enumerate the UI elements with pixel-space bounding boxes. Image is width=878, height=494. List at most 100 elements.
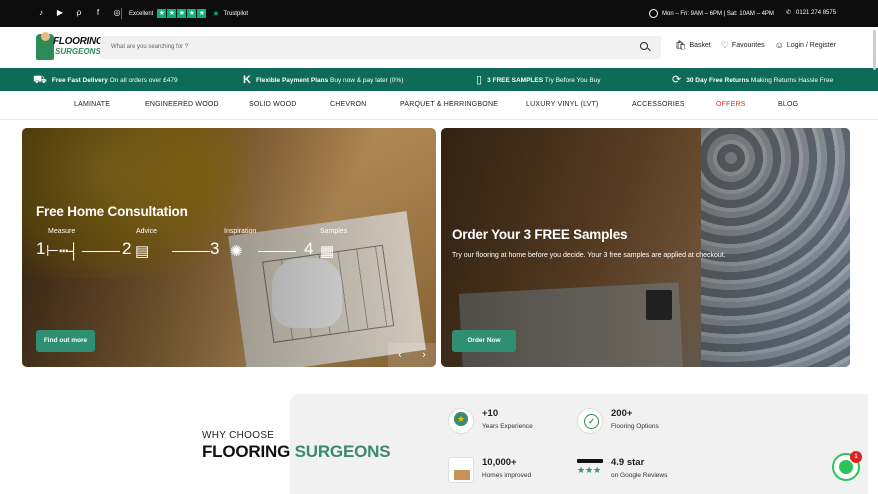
facebook-icon[interactable]: f [93, 8, 103, 18]
nav-item-chevron[interactable]: CHEVRON [330, 101, 366, 108]
trustpilot-logo-icon: ★ [212, 9, 220, 18]
promo-returns-title: 30 Day Free Returns [686, 76, 750, 84]
step-connector [258, 251, 296, 252]
phone-number: 0121 274 8575 [796, 9, 837, 16]
trustpilot-widget[interactable]: Excellent ★ ★ ★ ★ ★ ★ Trustpilot [129, 9, 248, 18]
why-choose-heading: FLOORING SURGEONS [202, 442, 391, 462]
step-label: Measure [48, 228, 76, 235]
favourites-label: Favourites [731, 42, 765, 49]
logo-mascot-icon [36, 32, 54, 60]
promo-returns: ⟳ 30 Day Free Returns Making Returns Has… [672, 75, 833, 86]
account-link[interactable]: ☺ Login / Register [775, 41, 836, 50]
check-badge-icon [577, 408, 603, 434]
social-links: ♪ ▶ ρ f ◎ [36, 8, 122, 18]
nav-item-solid-wood[interactable]: SOLID WOOD [249, 101, 297, 108]
order-now-button[interactable]: Order Now [452, 330, 516, 352]
consultation-title: Free Home Consultation [36, 204, 188, 219]
chat-bubble-icon: ▤ [135, 243, 150, 260]
promo-payment-text: Buy now & pay later (0%) [330, 76, 404, 84]
stat-value: 4.9 star [611, 457, 645, 468]
stat-label: Flooring Options [611, 423, 659, 430]
nav-item-parquet-herringbone[interactable]: PARQUET & HERRINGBONE [400, 101, 498, 108]
nav-item-engineered-wood[interactable]: ENGINEERED WOOD [145, 101, 219, 108]
promo-samples-title: 3 FREE SAMPLES [487, 76, 544, 84]
favourites-link[interactable]: ♡ Favourites [721, 41, 765, 50]
step-label: Inspiration [224, 228, 257, 235]
star-icon: ★ [177, 9, 187, 18]
phone-link[interactable]: ✆ 0121 274 8575 [786, 9, 837, 17]
step-number: 4 [304, 239, 314, 258]
stat-label: Years Experience [482, 423, 533, 430]
samples-stack-icon: ▦ [320, 243, 335, 260]
step-number: 1 [36, 239, 46, 258]
review-stars-icon [577, 457, 603, 483]
truck-icon: ⛟ [33, 74, 47, 86]
main-nav: LAMINATE ENGINEERED WOOD SOLID WOOD CHEV… [0, 91, 878, 120]
nav-item-blog[interactable]: BLOG [778, 101, 798, 108]
promo-bar: ⛟ Free Fast Delivery On all orders over … [0, 68, 878, 91]
samples-icon: ▯ [476, 74, 483, 86]
opening-hours-text: Mon – Fri: 9AM – 6PM | Sat: 10AM – 4PM [662, 10, 774, 17]
step-number: 2 [122, 239, 132, 258]
header-links: 🛍︎ Basket ♡ Favourites ☺ Login / Registe… [675, 41, 836, 50]
search-bar[interactable]: What are you searching for ? [100, 36, 661, 59]
divider [121, 8, 122, 19]
tape-measure-icon: ⊢┅┤ [46, 243, 79, 260]
step-connector [82, 251, 120, 252]
floor-sample-icon [448, 457, 474, 483]
site-logo[interactable]: FLOORING SURGEONS [36, 32, 104, 62]
notification-badge: 1 [850, 451, 862, 463]
promo-delivery: ⛟ Free Fast Delivery On all orders over … [33, 74, 178, 86]
lightbulb-icon: ✺ [230, 243, 243, 260]
step-label: Advice [136, 228, 158, 235]
search-input[interactable]: What are you searching for ? [111, 44, 188, 50]
nav-item-offers[interactable]: OFFERS [716, 101, 746, 108]
pinterest-icon[interactable]: ρ [74, 8, 84, 18]
trustpilot-stars: ★ ★ ★ ★ ★ [157, 9, 207, 18]
promo-payment: K Flexible Payment Plans Buy now & pay l… [243, 75, 404, 86]
basket-icon: 🛍︎ [675, 40, 687, 50]
whatsapp-chat-button[interactable]: 1 [832, 451, 862, 481]
stat-value: 200+ [611, 408, 633, 419]
step-connector [172, 251, 210, 252]
star-icon: ★ [197, 9, 207, 18]
nav-item-luxury-vinyl[interactable]: LUXURY VINYL (LVT) [526, 101, 599, 108]
scrollbar[interactable] [873, 30, 876, 70]
step-number: 3 [210, 239, 220, 258]
clock-icon [649, 9, 658, 18]
step-label: Samples [320, 228, 348, 235]
trustpilot-rating-text: Excellent [129, 10, 154, 17]
stat-label: Homes improved [482, 472, 532, 479]
why-choose-label: WHY CHOOSE [202, 430, 275, 441]
nav-item-accessories[interactable]: ACCESSORIES [632, 101, 685, 108]
find-out-more-button[interactable]: Find out more [36, 330, 95, 352]
consultation-steps: Measure 1 ⊢┅┤ Advice 2 ▤ Inspiration 3 ✺… [34, 228, 364, 278]
stat-value: +10 [482, 408, 499, 419]
promo-samples: ▯ 3 FREE SAMPLES Try Before You Buy [476, 74, 601, 86]
star-icon: ★ [167, 9, 177, 18]
logo-text-flooring: FLOORING [53, 36, 104, 47]
opening-hours: Mon – Fri: 9AM – 6PM | Sat: 10AM – 4PM [649, 9, 774, 18]
basket-label: Basket [689, 42, 711, 49]
stat-value: 10,000+ [482, 457, 517, 468]
star-icon: ★ [157, 9, 167, 18]
tiktok-icon[interactable]: ♪ [36, 8, 46, 18]
trustpilot-brand: Trustpilot [223, 10, 248, 17]
search-icon[interactable] [640, 42, 648, 50]
youtube-icon[interactable]: ▶ [55, 8, 65, 18]
header: FLOORING SURGEONS What are you searching… [0, 27, 878, 68]
star-icon: ★ [187, 9, 197, 18]
medal-icon [448, 408, 474, 434]
chevron-left-icon[interactable]: ‹ [388, 343, 412, 367]
promo-delivery-title: Free Fast Delivery [51, 76, 108, 84]
logo-text-surgeons: SURGEONS [55, 47, 101, 56]
chevron-right-icon[interactable]: › [412, 343, 436, 367]
promo-delivery-text: On all orders over £479 [109, 76, 178, 84]
nav-item-laminate[interactable]: LAMINATE [74, 101, 110, 108]
top-bar: ♪ ▶ ρ f ◎ Excellent ★ ★ ★ ★ ★ ★ Trustpilot M… [0, 0, 878, 27]
why-heading-part2: SURGEONS [294, 442, 391, 461]
basket-link[interactable]: 🛍︎ Basket [675, 41, 711, 50]
user-icon: ☺ [774, 40, 784, 50]
why-heading-part1: FLOORING [202, 442, 295, 461]
account-label: Login / Register [786, 42, 836, 49]
